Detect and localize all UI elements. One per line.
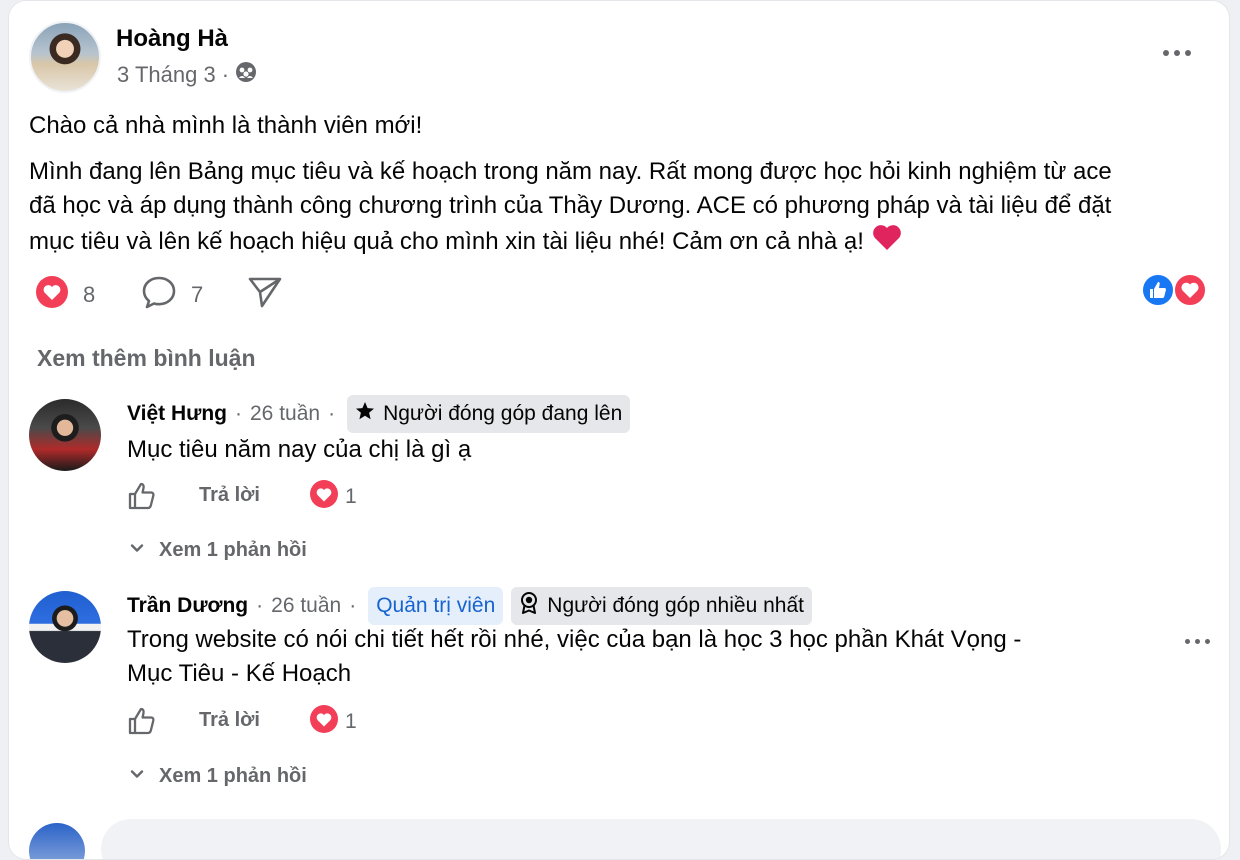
comment-reaction-count: 1 bbox=[345, 484, 357, 508]
comment-time[interactable]: 26 tuần bbox=[250, 402, 320, 426]
author-avatar[interactable] bbox=[29, 21, 101, 93]
post-text-para2-line1: Mình đang lên Bảng mục tiêu và kế hoạch … bbox=[29, 158, 1112, 185]
love-icon bbox=[309, 704, 339, 739]
comment-more-icon[interactable] bbox=[1179, 627, 1215, 655]
award-icon bbox=[519, 592, 539, 620]
share-icon bbox=[247, 275, 283, 315]
comment-count: 7 bbox=[191, 282, 204, 307]
post-text-para2-line3: mục tiêu và lên kế hoạch hiệu quả cho mì… bbox=[29, 228, 864, 255]
group-icon bbox=[235, 61, 257, 89]
reply-button[interactable]: Trả lời bbox=[199, 484, 260, 507]
heart-emoji bbox=[872, 223, 902, 261]
love-icon bbox=[1173, 273, 1207, 307]
comment-separator: · bbox=[256, 594, 264, 617]
comment-button[interactable]: 7 bbox=[141, 275, 203, 315]
post-more-icon[interactable] bbox=[1159, 39, 1195, 67]
current-user-avatar bbox=[29, 823, 85, 859]
comment-separator: · bbox=[328, 402, 336, 425]
commenter-name[interactable]: Trần Dương bbox=[127, 594, 248, 618]
comment-text: Mục tiêu năm nay của chị là gì ạ bbox=[127, 436, 472, 463]
badge-label: Người đóng góp nhiều nhất bbox=[547, 594, 804, 617]
comment-avatar-tran-duong[interactable] bbox=[29, 591, 101, 663]
top-contributor-badge[interactable]: Người đóng góp nhiều nhất bbox=[511, 587, 812, 625]
meta-separator: · bbox=[221, 62, 230, 87]
like-comment-button[interactable] bbox=[127, 481, 157, 516]
view-replies-link[interactable]: Xem 1 phản hồi bbox=[129, 539, 307, 562]
comment-text-line1: Trong website có nói chi tiết hết rồi nh… bbox=[127, 626, 1022, 653]
comment-separator: · bbox=[235, 402, 242, 425]
thumbs-up-icon bbox=[127, 482, 157, 515]
post-card: Hoàng Hà 3 Tháng 3 · Chào cả nhà mình là… bbox=[8, 0, 1230, 860]
post-text-line1: Chào cả nhà mình là thành viên mới! bbox=[29, 112, 423, 139]
commenter-name[interactable]: Việt Hưng bbox=[127, 402, 227, 426]
comment-text-line2: Mục Tiêu - Kế Hoạch bbox=[127, 660, 352, 687]
reaction-summary[interactable] bbox=[1141, 273, 1211, 309]
post-text-para2-line3-wrap: mục tiêu và lên kế hoạch hiệu quả cho mì… bbox=[29, 223, 902, 261]
share-button[interactable] bbox=[247, 275, 283, 315]
view-replies-label: Xem 1 phản hồi bbox=[159, 765, 307, 787]
reaction-count: 8 bbox=[83, 282, 96, 307]
like-comment-button[interactable] bbox=[127, 706, 157, 741]
love-reaction-button[interactable]: 8 bbox=[35, 275, 95, 315]
comment-reactions[interactable]: 1 bbox=[309, 704, 357, 739]
comment-time[interactable]: 26 tuần bbox=[271, 594, 341, 618]
chevron-down-icon bbox=[129, 539, 145, 562]
reply-button[interactable]: Trả lời bbox=[199, 709, 260, 732]
admin-badge[interactable]: Quản trị viên bbox=[368, 587, 504, 625]
comment-avatar-viet-hung[interactable] bbox=[29, 399, 101, 471]
view-replies-label: Xem 1 phản hồi bbox=[159, 539, 307, 561]
post-text-para2-line2: đã học và áp dụng thành công chương trìn… bbox=[29, 192, 1112, 219]
comment-icon bbox=[141, 275, 177, 315]
like-icon bbox=[1141, 273, 1175, 307]
post-meta: 3 Tháng 3 · bbox=[117, 61, 257, 89]
comment-separator: · bbox=[349, 594, 357, 617]
rising-contributor-badge[interactable]: Người đóng góp đang lên bbox=[347, 395, 631, 433]
view-replies-link[interactable]: Xem 1 phản hồi bbox=[129, 765, 307, 788]
heart-icon bbox=[35, 275, 69, 315]
thumbs-up-icon bbox=[127, 707, 157, 740]
comment-reactions[interactable]: 1 bbox=[309, 479, 357, 514]
comment-reaction-count: 1 bbox=[345, 709, 357, 733]
badge-label: Người đóng góp đang lên bbox=[383, 402, 623, 425]
post-date[interactable]: 3 Tháng 3 bbox=[117, 62, 216, 88]
chevron-down-icon bbox=[129, 765, 145, 788]
author-name[interactable]: Hoàng Hà bbox=[116, 25, 228, 53]
see-more-comments-link[interactable]: Xem thêm bình luận bbox=[37, 345, 256, 372]
comment-header: Trần Dương · 26 tuần · Quản trị viên Ngư… bbox=[127, 587, 812, 625]
love-icon bbox=[309, 479, 339, 514]
star-icon bbox=[355, 401, 375, 427]
comment-header: Việt Hưng · 26 tuần · Người đóng góp đan… bbox=[127, 395, 631, 433]
